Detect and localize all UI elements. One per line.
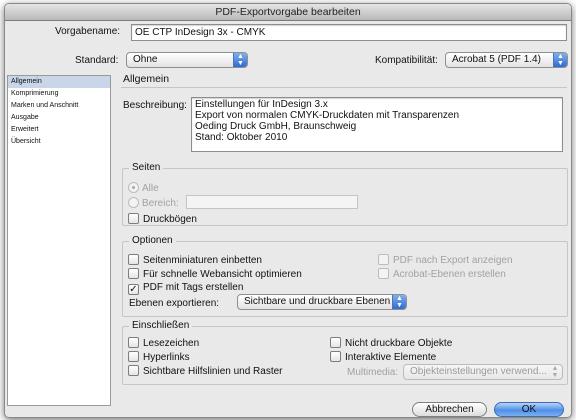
description-line: Oeding Druck GmbH, Braunschweig — [195, 121, 357, 132]
cancel-button[interactable]: Abbrechen — [412, 402, 487, 417]
checkbox-icon — [378, 254, 389, 265]
sidebar-item-allgemein[interactable]: Allgemein — [8, 76, 110, 88]
multimedia-value: Objekteinstellungen verwend... — [410, 366, 547, 377]
checkbox-icon — [128, 337, 139, 348]
checkbox-icon — [128, 254, 139, 265]
fast-web-view-checkbox[interactable]: Für schnelle Webansicht optimieren — [128, 268, 302, 280]
options-group-title: Optionen — [129, 235, 176, 246]
compatibility-value: Acrobat 5 (PDF 1.4) — [452, 54, 541, 65]
pages-group-title: Seiten — [129, 162, 164, 173]
preset-name-label: Vorgabename: — [55, 26, 121, 37]
non-printing-objects-label: Nicht druckbare Objekte — [345, 338, 453, 349]
checkbox-icon — [330, 351, 341, 362]
fast-web-view-label: Für schnelle Webansicht optimieren — [143, 269, 302, 280]
include-group-title: Einschließen — [129, 320, 193, 331]
interactive-elements-checkbox[interactable]: Interaktive Elemente — [330, 351, 436, 363]
window-title: PDF-Exportvorgabe bearbeiten — [5, 4, 571, 21]
guides-grids-checkbox[interactable]: Sichtbare Hilfslinien und Raster — [128, 365, 283, 377]
interactive-elements-label: Interaktive Elemente — [345, 352, 437, 363]
checkbox-icon — [128, 268, 139, 279]
view-after-export-label: PDF nach Export anzeigen — [393, 255, 513, 266]
guides-grids-label: Sichtbare Hilfslinien und Raster — [143, 366, 283, 377]
export-layers-label: Ebenen exportieren: — [129, 298, 220, 309]
acrobat-layers-label: Acrobat-Ebenen erstellen — [393, 269, 506, 280]
pages-range-input[interactable] — [186, 195, 358, 209]
bookmarks-checkbox[interactable]: Lesezeichen — [128, 337, 199, 349]
pages-range-label: Bereich: — [142, 198, 179, 209]
spreads-label: Druckbögen — [143, 214, 197, 225]
sidebar-item-marken-und-anschnitt[interactable]: Marken und Anschnitt — [8, 100, 110, 112]
bookmarks-label: Lesezeichen — [143, 338, 200, 349]
embed-thumbnails-label: Seitenminiaturen einbetten — [143, 255, 262, 266]
checkbox-icon — [128, 213, 139, 224]
section-title: Allgemein — [123, 73, 170, 85]
radio-dot-icon — [128, 197, 139, 208]
pages-all-label: Alle — [142, 183, 159, 194]
updown-arrows-icon: ▲ ▼ — [233, 53, 247, 67]
standard-label: Standard: — [75, 55, 119, 66]
radio-dot-icon — [128, 182, 139, 193]
compatibility-label: Kompatibilität: — [375, 55, 438, 66]
non-printing-objects-checkbox[interactable]: Nicht druckbare Objekte — [330, 337, 452, 349]
ok-button[interactable]: OK — [494, 402, 564, 417]
multimedia-select[interactable]: Objekteinstellungen verwend... ▲ ▼ — [403, 364, 563, 380]
sidebar-item-uebersicht[interactable]: Übersicht — [8, 136, 110, 148]
view-after-export-checkbox[interactable]: PDF nach Export anzeigen — [378, 254, 513, 266]
updown-arrows-icon: ▲ ▼ — [553, 53, 567, 67]
checkbox-icon — [378, 268, 389, 279]
checkmark-icon: ✓ — [128, 284, 139, 295]
export-layers-value: Sichtbare und druckbare Ebenen — [244, 296, 391, 307]
pages-all-radio[interactable]: Alle — [128, 182, 159, 194]
section-divider — [121, 87, 567, 88]
description-line: Stand: Oktober 2010 — [195, 132, 288, 143]
updown-arrows-icon: ▲ ▼ — [551, 365, 559, 379]
pdf-export-dialog: PDF-Exportvorgabe bearbeiten Vorgabename… — [4, 3, 572, 418]
standard-value: Ohne — [133, 54, 158, 65]
spreads-checkbox[interactable]: Druckbögen — [128, 213, 197, 225]
checkbox-icon — [330, 337, 341, 348]
embed-thumbnails-checkbox[interactable]: Seitenminiaturen einbetten — [128, 254, 262, 266]
hyperlinks-checkbox[interactable]: Hyperlinks — [128, 351, 190, 363]
sidebar-item-komprimierung[interactable]: Komprimierung — [8, 88, 110, 100]
pages-range-radio[interactable]: Bereich: — [128, 197, 179, 209]
tagged-pdf-checkbox[interactable]: ✓ PDF mit Tags erstellen — [128, 282, 243, 295]
export-layers-select[interactable]: Sichtbare und druckbare Ebenen ▲ ▼ — [237, 294, 407, 310]
description-line: Export von normalen CMYK-Druckdaten mit … — [195, 110, 460, 121]
checkbox-icon — [128, 365, 139, 376]
sidebar-item-ausgabe[interactable]: Ausgabe — [8, 112, 110, 124]
tagged-pdf-label: PDF mit Tags erstellen — [143, 282, 244, 293]
description-line: Einstellungen für InDesign 3.x — [195, 99, 328, 110]
updown-arrows-icon: ▲ ▼ — [392, 295, 406, 309]
preset-name-input[interactable]: OE CTP InDesign 3x - CMYK — [131, 24, 567, 41]
hyperlinks-label: Hyperlinks — [143, 352, 190, 363]
sidebar-item-erweitert[interactable]: Erweitert — [8, 124, 110, 136]
description-label: Beschreibung: — [123, 100, 187, 111]
category-sidebar: Allgemein Komprimierung Marken und Ansch… — [7, 75, 111, 406]
acrobat-layers-checkbox[interactable]: Acrobat-Ebenen erstellen — [378, 268, 506, 280]
standard-select[interactable]: Ohne ▲ ▼ — [126, 52, 248, 68]
description-textarea[interactable]: Einstellungen für InDesign 3.x Export vo… — [191, 97, 563, 152]
checkbox-icon — [128, 351, 139, 362]
compatibility-select[interactable]: Acrobat 5 (PDF 1.4) ▲ ▼ — [445, 52, 568, 68]
multimedia-label: Multimedia: — [347, 367, 399, 378]
